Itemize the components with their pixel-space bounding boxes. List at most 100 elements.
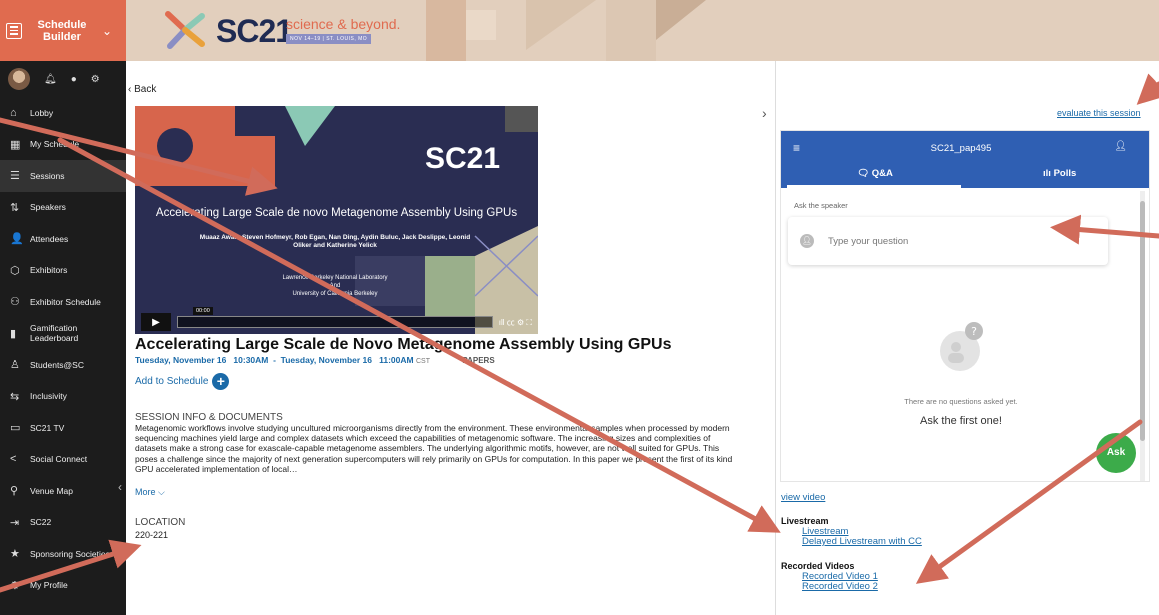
sidebar-item-sponsoring-societies[interactable]: ★ Sponsoring Societies [0,538,126,570]
sidebar-item-students-sc[interactable]: ♙ Students@SC [0,349,126,381]
video-control-icons: ıll ㏄ ⚙ ⛶ [499,317,532,328]
ask-button[interactable]: Ask [1096,433,1136,473]
video-player[interactable]: SC21 Accelerating Large Scale de novo Me… [135,106,538,334]
sidebar-item-venue-map[interactable]: ⚲ Venue Map [0,475,126,507]
arrow-to-evaluate [1136,73,1159,105]
more-link[interactable]: More ⌵ [135,487,165,498]
session-timezone: CST [415,358,430,365]
plus-icon[interactable]: + [212,373,230,390]
expand-panel-icon[interactable]: › [762,105,767,121]
sidebar-item-sc21-tv[interactable]: ▭ SC21 TV [0,412,126,444]
tab-qa[interactable]: 🗨︎ Q&A [857,168,893,179]
sidebar-item-label: Venue Map [30,485,74,496]
tab-polls[interactable]: ılı Polls [1043,168,1076,179]
sidebar-item-lobby[interactable]: ⌂ Lobby [0,97,126,129]
evaluate-session-link[interactable]: evaluate this session [1057,108,1141,118]
qa-widget: ≡ SC21_pap495 👤︎ 🗨︎ Q&A ılı Polls Ask th… [780,130,1150,482]
sidebar-item-label: SC22 [30,517,52,528]
users-icon: ⚇ [10,296,20,309]
cube-icon: ⬡ [10,264,20,277]
sidebar-item-label: Exhibitor Schedule [30,296,101,307]
video-logo: SC21 [425,142,501,175]
ask-first-text: Ask the first one! [920,415,1002,427]
captions-icon[interactable]: ㏄ [507,318,515,327]
banner-tagline: science & beyond. [286,16,401,32]
sidebar-item-label: Lobby [30,107,54,118]
share-icon: < [10,453,17,466]
sidebar-item-label: Students@SC [30,359,84,370]
tab-polls-label: Polls [1053,168,1077,179]
event-banner: SC21 science & beyond. NOV 14–19 | ST. L… [126,0,1159,61]
chat-icon[interactable]: ● [71,74,77,85]
qa-scrollbar-thumb[interactable] [1140,201,1145,441]
sidebar-item-sc22[interactable]: ⇥ SC22 [0,507,126,539]
bell-icon[interactable]: 🔔︎ [44,74,57,85]
collapse-sidebar-icon[interactable]: ‹ [118,480,122,494]
sidebar-nav: ⌂ Lobby ▦ My Schedule ☰ Sessions ⇅ Speakers 👤 Att… [0,97,126,601]
sidebar-item-my-profile[interactable]: ⚙ My Profile [0,570,126,602]
chevron-down-icon[interactable]: ⌄ [102,24,112,38]
avatar[interactable] [8,68,30,90]
recorded-video-2-link[interactable]: Recorded Video 2 [802,582,878,592]
gear-icon: ⚙ [10,579,20,592]
no-questions-text: There are no questions asked yet. [904,397,1018,406]
video-progress-bar[interactable] [177,316,493,328]
add-to-schedule-button[interactable]: Add to Schedule + [135,373,230,390]
sidebar-item-sessions[interactable]: ☰ Sessions [0,160,126,192]
qa-user-icon[interactable]: 👤︎ [1114,141,1127,152]
sidebar-header[interactable]: Schedule Builder ⌄ [0,0,126,61]
more-label: More [135,487,156,497]
gear-icon[interactable]: ⚙ [91,74,100,85]
sidebar-item-my-schedule[interactable]: ▦ My Schedule [0,129,126,161]
sidebar-item-label: Attendees [30,233,69,244]
tab-qa-label: Q&A [871,168,893,179]
tv-icon: ▭ [10,422,21,435]
sidebar-item-social-connect[interactable]: < Social Connect [0,444,126,476]
sidebar-item-label: Social Connect [30,454,88,465]
sidebar-item-exhibitors[interactable]: ⬡ Exhibitors [0,255,126,287]
sidebar-item-attendees[interactable]: 👤 Attendees [0,223,126,255]
session-description: Metagenomic workflows involve studying u… [135,423,733,474]
video-controls: ▶ ıll ㏄ ⚙ ⛶ [135,310,538,334]
session-time-sep: - [268,355,281,365]
delayed-livestream-link[interactable]: Delayed Livestream with CC [802,537,922,547]
calendar-icon: ▦ [10,138,21,151]
sidebar: Schedule Builder ⌄ 🔔︎ ● ⚙ ⌂ Lobby ▦ My Sche… [0,0,126,615]
play-icon[interactable]: ▶ [141,313,171,331]
sidebar-item-label: My Schedule [30,139,80,150]
qa-session-id: SC21_pap495 [930,143,992,154]
session-end: Tuesday, November 16 11:00AM [280,355,414,365]
list-icon: ☰ [10,170,20,183]
fullscreen-icon[interactable]: ⛶ [526,318,532,327]
question-input[interactable]: 👤︎ Type your question [788,217,1108,265]
bookmark-icon: ▮ [10,327,17,340]
sidebar-item-speakers[interactable]: ⇅ Speakers [0,192,126,224]
add-to-schedule-label: Add to Schedule [135,376,209,387]
view-video-link[interactable]: view video [781,492,825,503]
menu-icon[interactable] [6,22,22,39]
sidebar-item-label: Speakers [30,202,66,213]
recorded-videos-heading: Recorded Videos [781,561,855,571]
user-avatar-icon: 👤︎ [800,234,814,248]
sidebar-item-label: Sessions [30,170,65,181]
banner-logo-text: SC21 [216,13,293,49]
video-decoration [135,106,538,334]
volume-icon[interactable]: ıll [499,318,505,327]
sidebar-item-exhibitor-schedule[interactable]: ⚇ Exhibitor Schedule [0,286,126,318]
sidebar-item-inclusivity[interactable]: ⇆ Inclusivity [0,381,126,413]
question-placeholder: Type your question [828,235,909,247]
back-link[interactable]: ‹ Back [128,84,156,95]
session-start: Tuesday, November 16 10:30AM [135,355,269,365]
svg-text:?: ? [971,325,977,338]
sidebar-item-gamification-leaderboard[interactable]: ▮ Gamification Leaderboard [0,318,126,350]
panel-divider [775,61,776,615]
location-heading: LOCATION [135,517,186,528]
map-pin-icon: ⚲ [10,485,19,498]
sort-az-icon: ⇅ [10,201,20,214]
student-icon: ♙ [10,359,20,372]
sidebar-item-label: Exhibitors [30,265,68,276]
sidebar-item-label: Gamification Leaderboard [30,323,79,344]
sign-in-icon: ⇥ [10,516,20,529]
settings-icon[interactable]: ⚙ [517,318,524,327]
handshake-icon: ⇆ [10,390,20,403]
